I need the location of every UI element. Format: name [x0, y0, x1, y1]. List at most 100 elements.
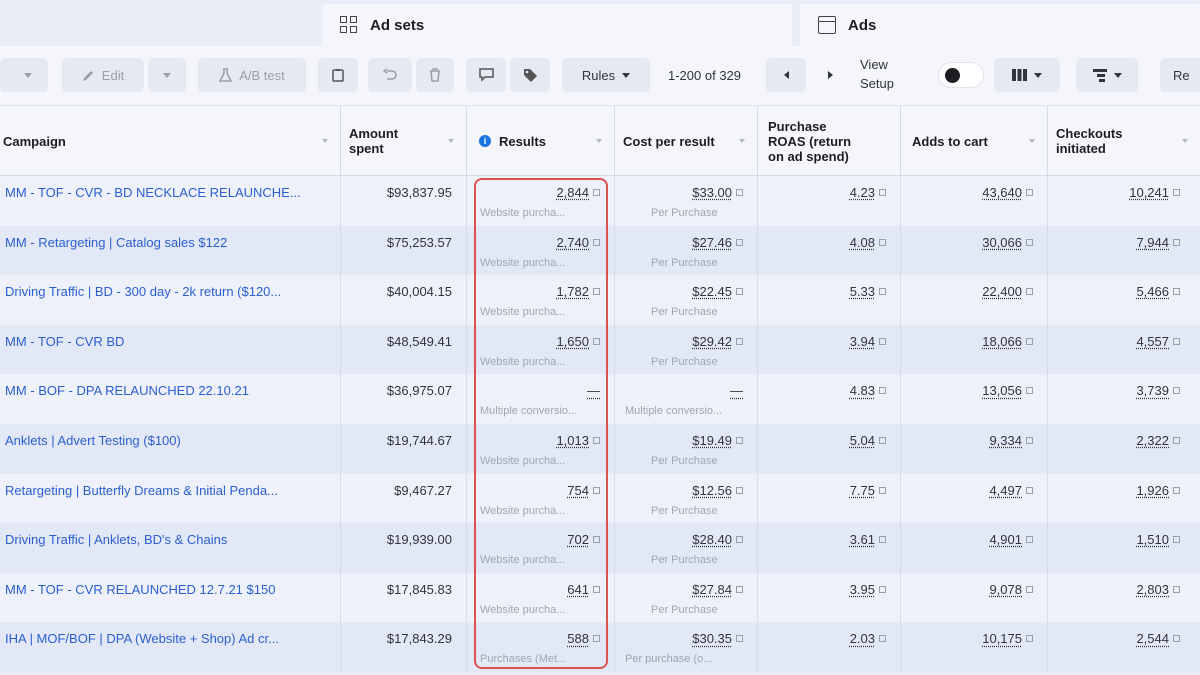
- purchase-roas-value[interactable]: 3.95: [850, 582, 886, 597]
- adds-to-cart-value[interactable]: 22,400: [982, 284, 1033, 299]
- previous-page-button[interactable]: [766, 58, 806, 92]
- checkouts-value[interactable]: 2,322: [1136, 433, 1180, 448]
- edit-button[interactable]: Edit: [62, 58, 144, 92]
- column-header-purchase-roas[interactable]: Purchase ROAS (return on ad spend): [758, 106, 901, 176]
- table-row[interactable]: MM - TOF - CVR RELAUNCHED 12.7.21 $150 $1…: [0, 572, 1200, 623]
- reports-button[interactable]: Re: [1160, 58, 1200, 92]
- undo-button[interactable]: [368, 58, 412, 92]
- column-header-amount-spent[interactable]: Amount spent: [341, 106, 467, 176]
- checkouts-value[interactable]: 2,544: [1136, 631, 1180, 646]
- column-header-checkouts-initiated[interactable]: Checkouts initiated: [1048, 106, 1200, 176]
- tab-ads[interactable]: Ads: [800, 4, 1200, 46]
- column-header-adds-to-cart[interactable]: Adds to cart: [901, 106, 1048, 176]
- adds-to-cart-value[interactable]: 4,901: [989, 532, 1033, 547]
- table-row[interactable]: Retargeting | Butterfly Dreams & Initial…: [0, 473, 1200, 524]
- results-value[interactable]: 2,740: [556, 235, 600, 250]
- purchase-roas-value[interactable]: 4.83: [850, 383, 886, 398]
- campaign-name-link[interactable]: Driving Traffic | Anklets, BD's & Chains: [5, 532, 330, 547]
- results-value[interactable]: 702: [567, 532, 600, 547]
- purchase-roas-value[interactable]: 2.03: [850, 631, 886, 646]
- ab-test-button[interactable]: A/B test: [198, 58, 306, 92]
- cost-per-result-value[interactable]: $19.49: [692, 433, 743, 448]
- cost-per-result-value[interactable]: $27.46: [692, 235, 743, 250]
- table-row[interactable]: MM - Retargeting | Catalog sales $122 $75…: [0, 225, 1200, 276]
- campaign-name-link[interactable]: Driving Traffic | BD - 300 day - 2k retu…: [5, 284, 330, 299]
- results-value[interactable]: 754: [567, 483, 600, 498]
- breakdown-dropdown-button[interactable]: [1076, 58, 1138, 92]
- table-row[interactable]: MM - TOF - CVR BD $48,549.41 1,650 Website …: [0, 324, 1200, 375]
- purchase-roas-value[interactable]: 4.23: [850, 185, 886, 200]
- results-value[interactable]: 2,844: [556, 185, 600, 200]
- column-header-results[interactable]: i Results: [467, 106, 615, 176]
- purchase-roas-value[interactable]: 5.33: [850, 284, 886, 299]
- adds-to-cart-value[interactable]: 18,066: [982, 334, 1033, 349]
- info-square-icon: [593, 486, 600, 494]
- purchase-roas-value[interactable]: 7.75: [850, 483, 886, 498]
- checkouts-value[interactable]: 5,466: [1136, 284, 1180, 299]
- rules-dropdown-button[interactable]: Rules: [562, 58, 650, 92]
- checkouts-value[interactable]: 10,241: [1129, 185, 1180, 200]
- create-dropdown-button[interactable]: [0, 58, 48, 92]
- adds-to-cart-value[interactable]: 13,056: [982, 383, 1033, 398]
- campaign-name-link[interactable]: MM - TOF - CVR RELAUNCHED 12.7.21 $150: [5, 582, 330, 597]
- campaign-name-link[interactable]: Anklets | Advert Testing ($100): [5, 433, 330, 448]
- results-value[interactable]: 1,782: [556, 284, 600, 299]
- checkouts-value[interactable]: 1,926: [1136, 483, 1180, 498]
- delete-button[interactable]: [416, 58, 454, 92]
- results-value[interactable]: 1,013: [556, 433, 600, 448]
- cost-per-result-value[interactable]: $30.35: [692, 631, 743, 646]
- campaign-name-link[interactable]: MM - Retargeting | Catalog sales $122: [5, 235, 330, 250]
- info-icon[interactable]: i: [479, 135, 491, 147]
- adds-to-cart-value[interactable]: 43,640: [982, 185, 1033, 200]
- adds-to-cart-value[interactable]: 9,078: [989, 582, 1033, 597]
- adds-to-cart-value[interactable]: 4,497: [989, 483, 1033, 498]
- tab-ad-sets[interactable]: Ad sets: [322, 4, 792, 46]
- purchase-roas-value[interactable]: 4.08: [850, 235, 886, 250]
- checkouts-value[interactable]: 7,944: [1136, 235, 1180, 250]
- purchase-roas-value[interactable]: 3.61: [850, 532, 886, 547]
- cost-per-result-value[interactable]: $29.42: [692, 334, 743, 349]
- campaign-name-link[interactable]: MM - TOF - CVR BD: [5, 334, 330, 349]
- table-row[interactable]: IHA | MOF/BOF | DPA (Website + Shop) Ad …: [0, 622, 1200, 672]
- adds-to-cart-value[interactable]: 30,066: [982, 235, 1033, 250]
- columns-dropdown-button[interactable]: [994, 58, 1060, 92]
- table-row[interactable]: Driving Traffic | BD - 300 day - 2k retu…: [0, 275, 1200, 325]
- purchase-roas-value[interactable]: 3.94: [850, 334, 886, 349]
- checkouts-value[interactable]: 3,739: [1136, 383, 1180, 398]
- cost-per-result-value[interactable]: $28.40: [692, 532, 743, 547]
- checkouts-value[interactable]: 2,803: [1136, 582, 1180, 597]
- comment-button[interactable]: [466, 58, 506, 92]
- header-line: spent: [349, 141, 384, 156]
- edit-dropdown-button[interactable]: [148, 58, 186, 92]
- cost-per-result-value[interactable]: $22.45: [692, 284, 743, 299]
- campaign-name-link[interactable]: MM - TOF - CVR - BD NECKLACE RELAUNCHE..…: [5, 185, 330, 200]
- view-setup-toggle[interactable]: [938, 62, 984, 88]
- checkouts-value[interactable]: 1,510: [1136, 532, 1180, 547]
- checkouts-value[interactable]: 4,557: [1136, 334, 1180, 349]
- adds-to-cart-value[interactable]: 9,334: [989, 433, 1033, 448]
- results-value[interactable]: 641: [567, 582, 600, 597]
- cost-per-result-value[interactable]: $12.56: [692, 483, 743, 498]
- column-header-campaign[interactable]: Campaign: [0, 106, 341, 176]
- results-value[interactable]: 1,650: [556, 334, 600, 349]
- info-square-icon: [593, 635, 600, 643]
- table-row[interactable]: Anklets | Advert Testing ($100) $19,744.6…: [0, 424, 1200, 474]
- campaign-name-link[interactable]: IHA | MOF/BOF | DPA (Website + Shop) Ad …: [5, 631, 330, 646]
- next-page-button[interactable]: [812, 58, 848, 92]
- table-row[interactable]: MM - TOF - CVR - BD NECKLACE RELAUNCHE..…: [0, 176, 1200, 226]
- cost-per-result-value[interactable]: —: [730, 383, 743, 398]
- campaign-name-link[interactable]: Retargeting | Butterfly Dreams & Initial…: [5, 483, 330, 498]
- results-value[interactable]: 588: [567, 631, 600, 646]
- column-header-cost-per-result[interactable]: Cost per result: [615, 106, 758, 176]
- adds-to-cart-value[interactable]: 10,175: [982, 631, 1033, 646]
- cost-per-result-value[interactable]: $27.84: [692, 582, 743, 597]
- campaign-name-link[interactable]: MM - BOF - DPA RELAUNCHED 22.10.21: [5, 383, 330, 398]
- table-row[interactable]: Driving Traffic | Anklets, BD's & Chains…: [0, 523, 1200, 573]
- results-value[interactable]: —: [587, 383, 600, 398]
- cost-per-result-value[interactable]: $33.00: [692, 185, 743, 200]
- table-row[interactable]: MM - BOF - DPA RELAUNCHED 22.10.21 $36,97…: [0, 374, 1200, 424]
- purchase-roas-value[interactable]: 5.04: [850, 433, 886, 448]
- duplicate-button[interactable]: [318, 58, 358, 92]
- adds-to-cart-number: 43,640: [982, 185, 1022, 200]
- tag-button[interactable]: [510, 58, 550, 92]
